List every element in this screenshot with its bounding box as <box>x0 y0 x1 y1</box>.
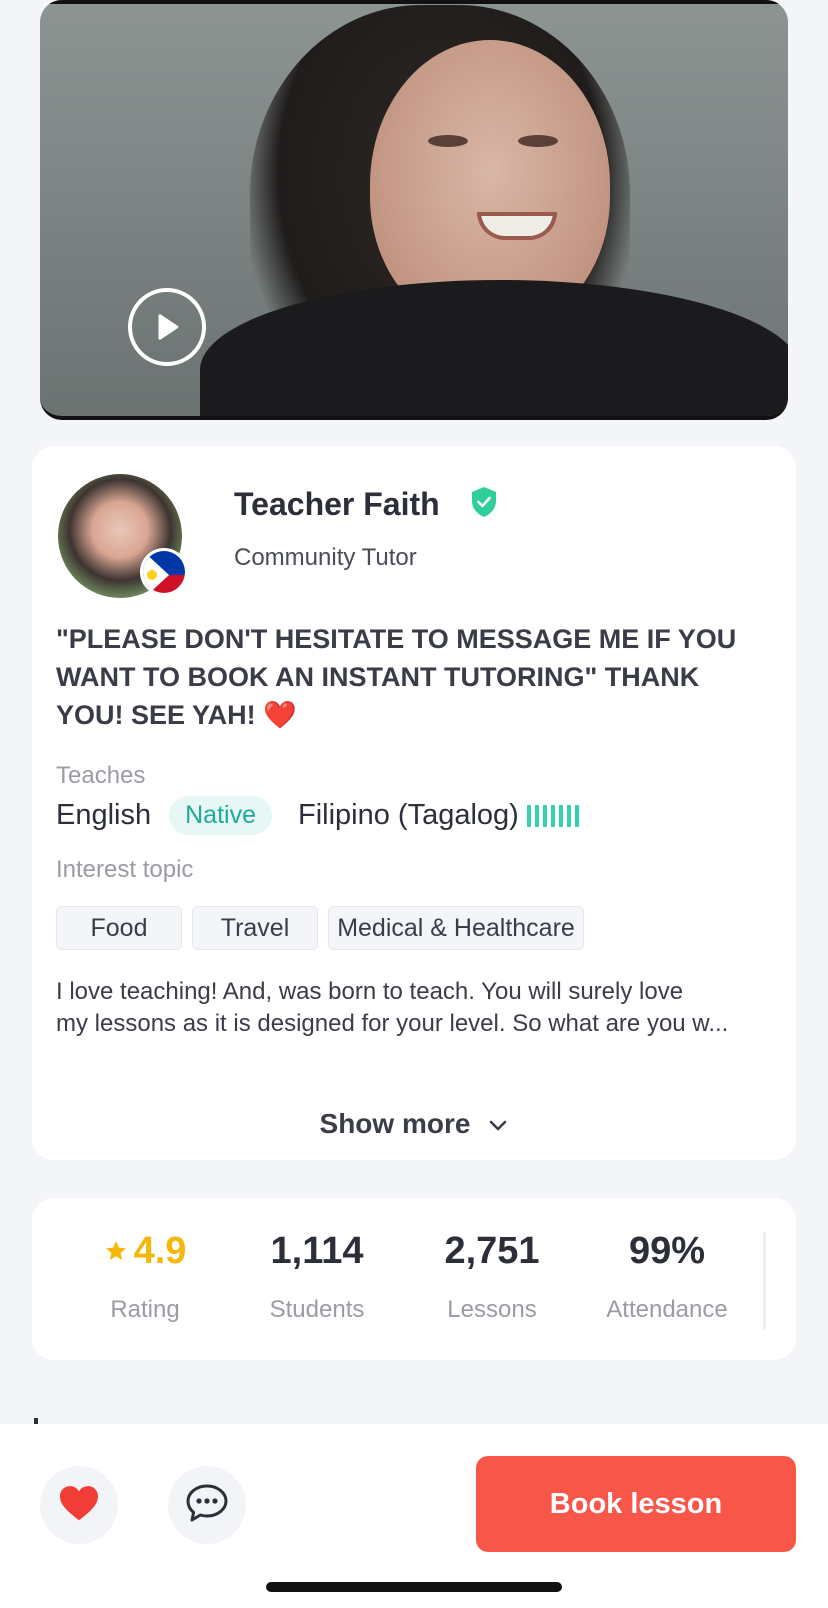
students-label: Students <box>269 1296 365 1323</box>
topic-tag: Travel <box>192 906 318 950</box>
stats-scroll-edge <box>763 1232 766 1330</box>
heart-icon <box>58 1484 100 1527</box>
message-button[interactable] <box>168 1466 246 1544</box>
topic-tag: Medical & Healthcare <box>328 906 584 950</box>
play-icon[interactable] <box>128 288 206 366</box>
lessons-label: Lessons <box>447 1296 537 1323</box>
chevron-down-icon <box>488 1108 508 1140</box>
show-more-label: Show more <box>319 1108 471 1139</box>
bio-line: I love teaching! And, was born to teach.… <box>56 978 684 1005</box>
intro-video[interactable] <box>40 0 788 420</box>
topic-tag: Food <box>56 906 182 950</box>
bottom-action-bar: Book lesson <box>0 1424 828 1608</box>
book-lesson-button[interactable]: Book lesson <box>476 1456 796 1552</box>
native-badge: Native <box>169 796 272 835</box>
attendance-value: 99% <box>628 1229 706 1272</box>
topic-tags: Food Travel Medical & Healthcare <box>56 906 584 950</box>
philippines-flag-icon <box>140 548 188 596</box>
home-indicator[interactable] <box>266 1582 562 1592</box>
tutor-role: Community Tutor <box>234 544 417 571</box>
rating-value: 4.9 <box>133 1229 187 1272</box>
stat-students: 1,114 Students <box>232 1228 402 1324</box>
tutor-bio: I love teaching! And, was born to teach.… <box>56 976 768 1040</box>
bio-line: my lessons as it is designed for your le… <box>56 1010 729 1037</box>
rating-label: Rating <box>110 1296 180 1323</box>
show-more-button[interactable]: Show more <box>32 1108 796 1140</box>
stat-attendance: 99% Attendance <box>582 1228 752 1324</box>
tutor-headline: "PLEASE DON'T HESITATE TO MESSAGE ME IF … <box>56 624 737 730</box>
stat-lessons: 2,751 Lessons <box>407 1228 577 1324</box>
favorite-button[interactable] <box>40 1466 118 1544</box>
language-name: English <box>56 799 152 831</box>
interest-topic-label: Interest topic <box>56 856 194 883</box>
students-value: 1,114 <box>270 1229 364 1272</box>
tutor-profile-card: Teacher Faith Community Tutor "PLEASE DO… <box>32 446 796 1160</box>
tutor-stats-card: 4.9 Rating 1,114 Students 2,751 Lessons … <box>32 1198 796 1360</box>
tutor-name: Teacher Faith <box>234 486 440 522</box>
language-name: Filipino (Tagalog) <box>298 799 519 831</box>
video-frame-eye <box>518 135 558 147</box>
lessons-value: 2,751 <box>444 1229 540 1272</box>
proficiency-bars-icon <box>526 804 579 827</box>
teaches-label: Teaches <box>56 762 146 789</box>
attendance-label: Attendance <box>606 1296 728 1323</box>
languages-row: English Native Filipino (Tagalog) <box>56 796 579 835</box>
stat-rating: 4.9 Rating <box>60 1228 230 1324</box>
video-top-edge <box>40 0 788 4</box>
video-frame-eye <box>428 135 468 147</box>
verified-shield-icon <box>470 486 498 523</box>
star-icon <box>104 1230 128 1273</box>
chat-bubble-icon <box>185 1483 229 1528</box>
